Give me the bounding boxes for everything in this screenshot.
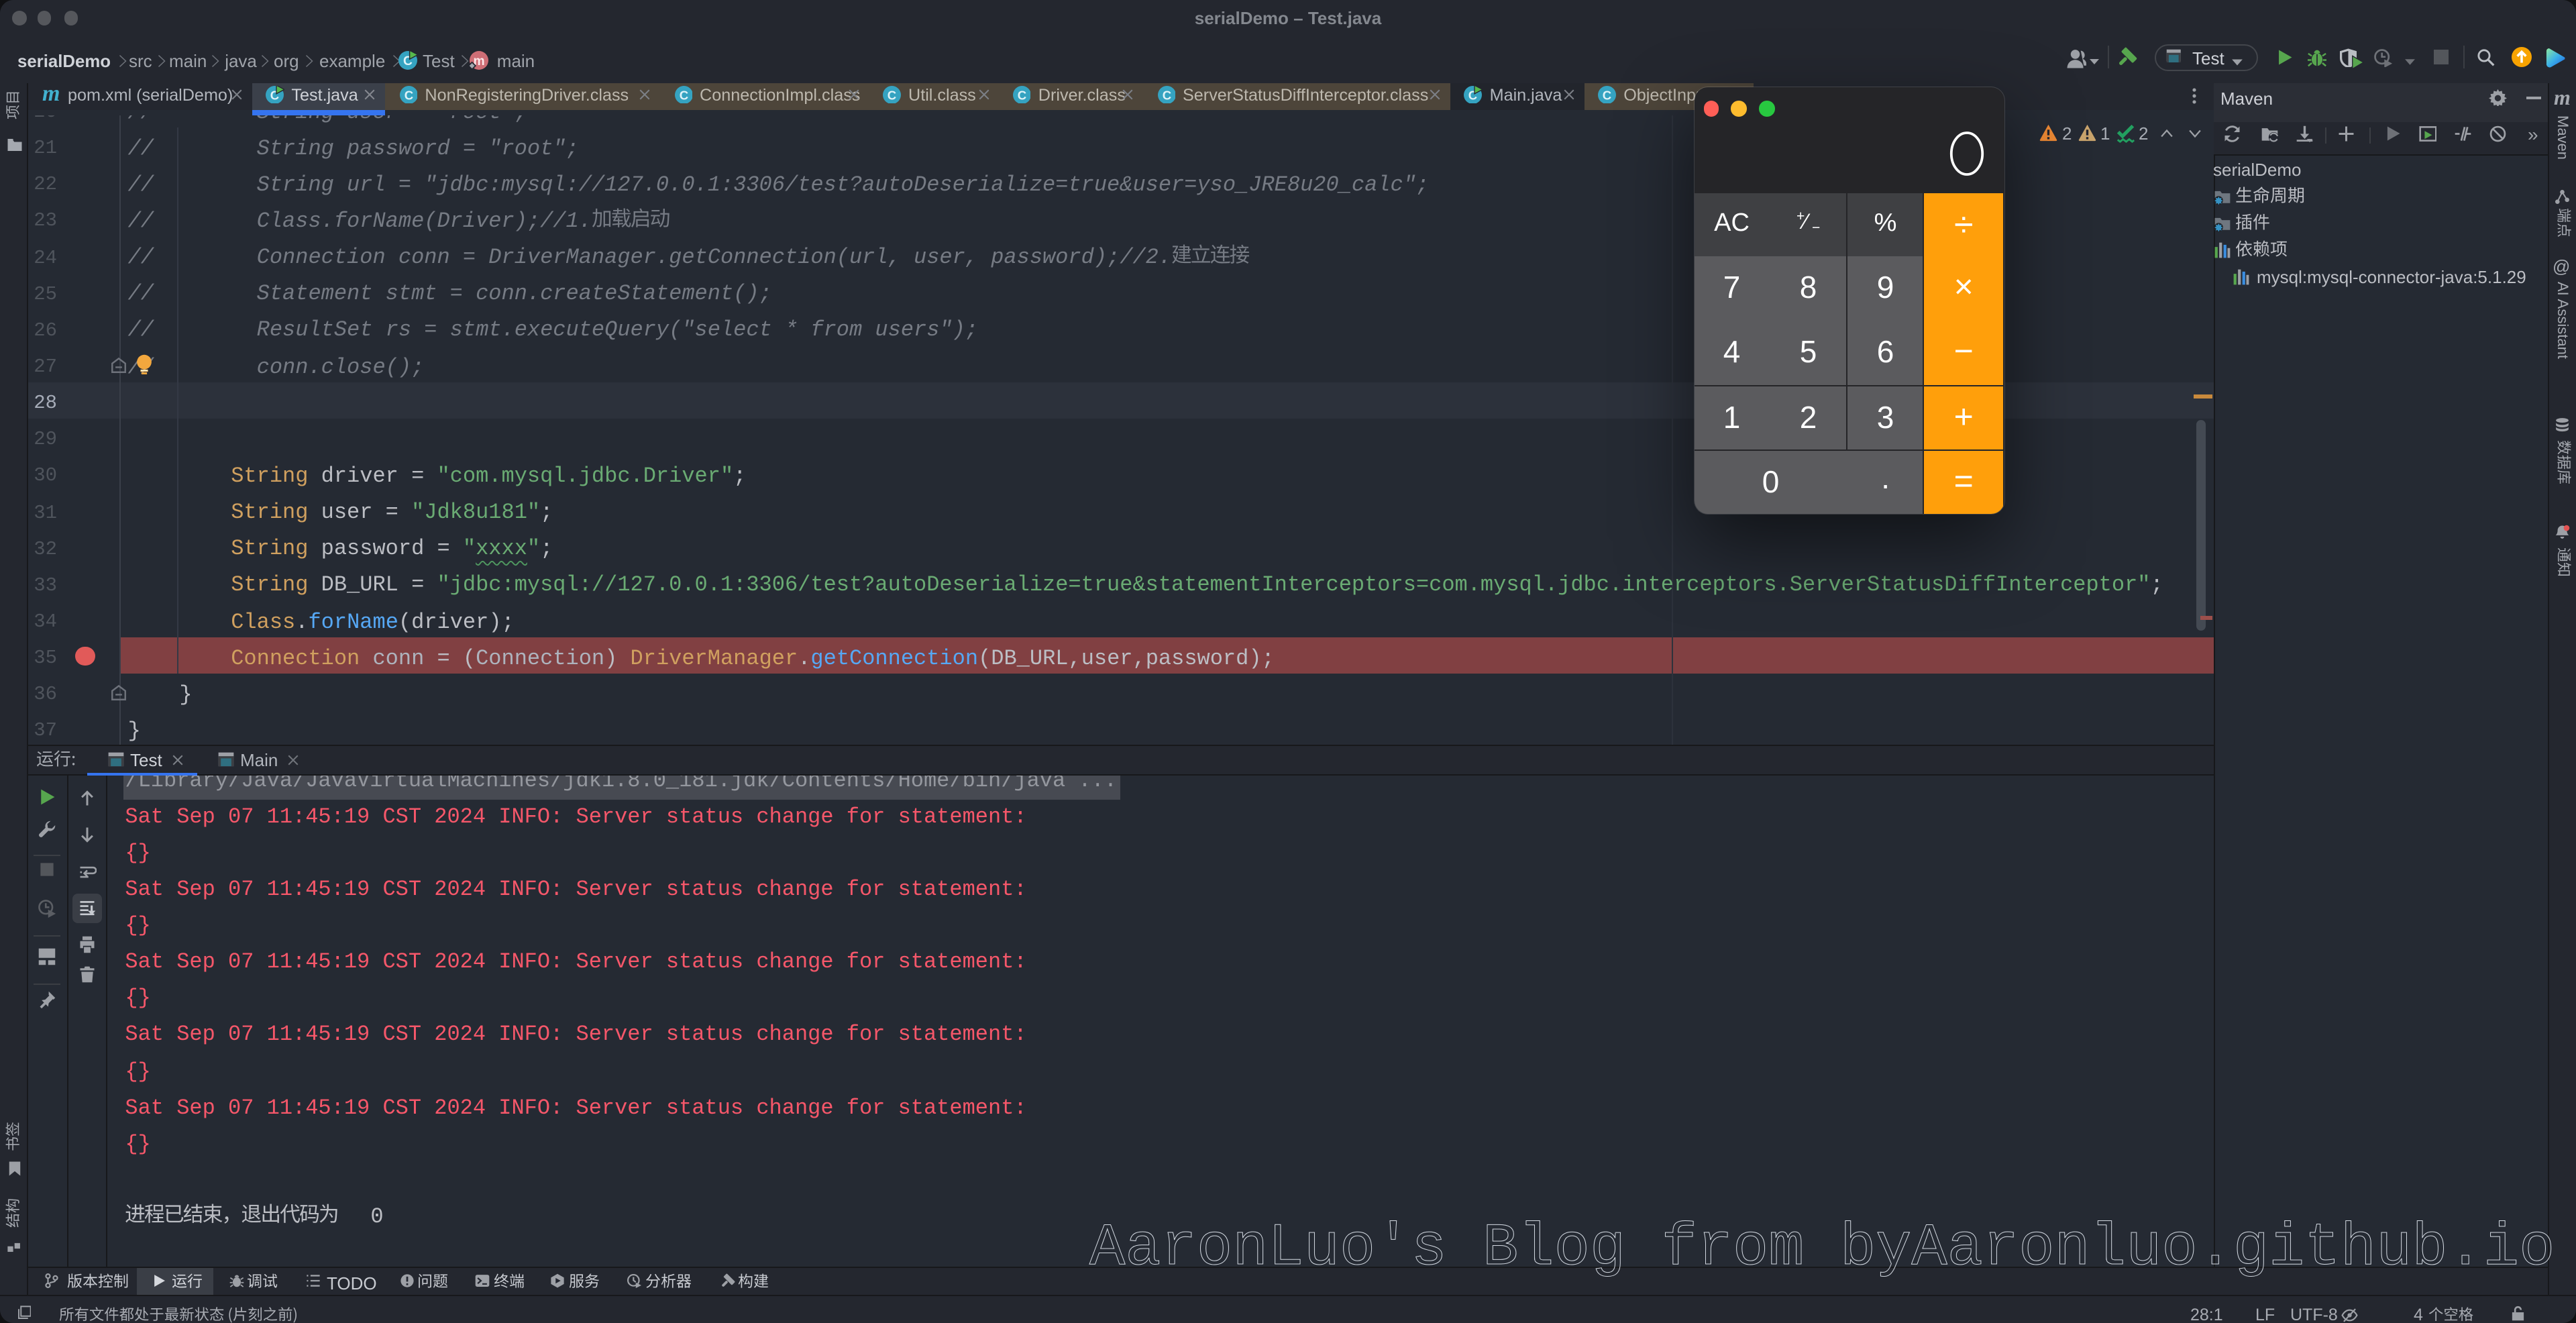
svg-text:C: C: [679, 87, 688, 101]
svg-text:C: C: [888, 87, 896, 101]
svg-text:C: C: [1018, 87, 1026, 101]
svg-text:C: C: [1603, 87, 1611, 101]
svg-text:−: −: [1812, 220, 1820, 235]
svg-text:C: C: [404, 87, 413, 101]
svg-text:C: C: [1162, 87, 1171, 101]
